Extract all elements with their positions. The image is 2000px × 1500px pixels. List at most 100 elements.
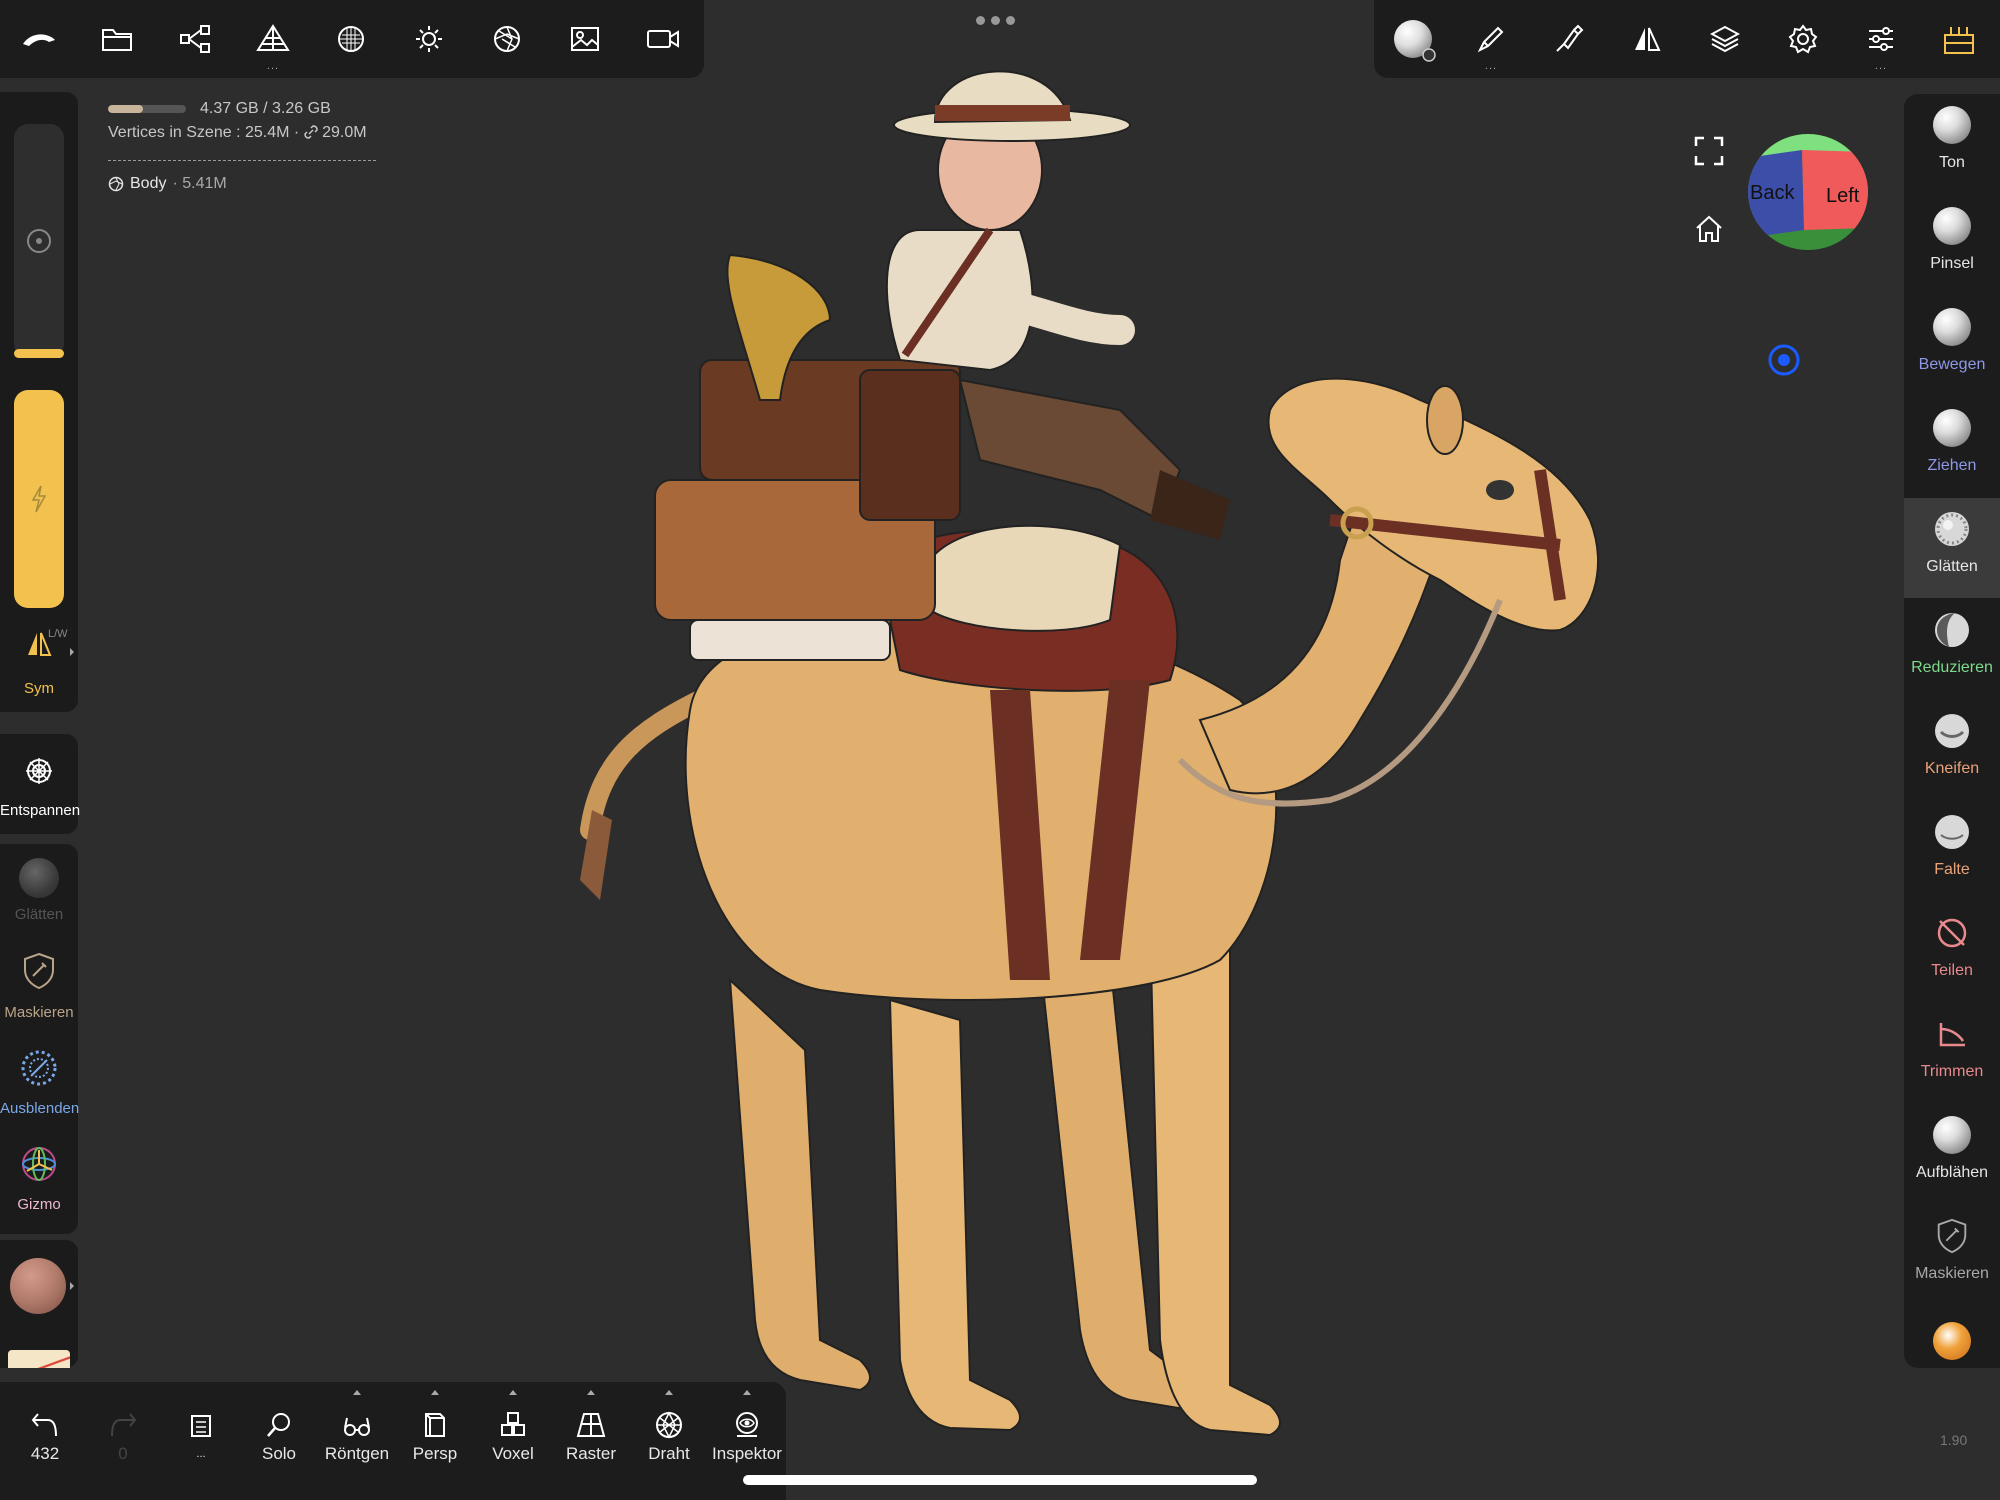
- tool-label: Reduzieren: [1911, 659, 1993, 676]
- material-icon[interactable]: [312, 0, 390, 78]
- camera-icon[interactable]: [624, 0, 702, 78]
- interface-icon[interactable]: ...: [1842, 0, 1920, 78]
- top-left-toolbar: ...: [0, 0, 704, 78]
- vertices-text: Vertices in Szene : 25.4M ·: [108, 124, 300, 141]
- xray-button[interactable]: Röntgen: [318, 1382, 396, 1500]
- tool-pinch[interactable]: Kneifen: [1904, 700, 2000, 800]
- radius-icon: [27, 229, 51, 253]
- more-options-dots[interactable]: [976, 16, 1015, 25]
- clay-sphere-icon: [1933, 106, 1971, 144]
- nomad-logo-icon[interactable]: [0, 0, 78, 78]
- tool-smooth[interactable]: Glätten: [1904, 498, 2000, 598]
- sym-label: Sym: [24, 680, 54, 697]
- layers-icon[interactable]: [1686, 0, 1764, 78]
- tool-crease[interactable]: Falte: [1904, 801, 2000, 901]
- tool-paint-partial[interactable]: [1933, 1322, 1971, 1360]
- frame-view-icon[interactable]: [1694, 136, 1724, 166]
- perspective-button[interactable]: Persp: [396, 1382, 474, 1500]
- tool-label: Falte: [1934, 861, 1970, 878]
- tool-label: Kneifen: [1924, 760, 1980, 777]
- tool-inflate[interactable]: Aufblähen: [1904, 1104, 2000, 1204]
- tool-label: Trimmen: [1920, 1063, 1984, 1080]
- light-icon[interactable]: [390, 0, 468, 78]
- history-list-icon: [191, 1415, 211, 1437]
- tool-drag[interactable]: Ziehen: [1904, 397, 2000, 497]
- memory-bar-fill: [108, 105, 144, 113]
- undo-button[interactable]: 432: [6, 1382, 84, 1500]
- folder-icon[interactable]: [78, 0, 156, 78]
- solo-button[interactable]: Solo: [240, 1382, 318, 1500]
- material-arrow-icon: [70, 1282, 74, 1290]
- history-more: ...: [196, 1448, 206, 1460]
- shading-icon[interactable]: [468, 0, 546, 78]
- xray-label: Röntgen: [324, 1444, 390, 1463]
- voxel-button[interactable]: Voxel: [474, 1382, 552, 1500]
- smooth-tool[interactable]: Glätten: [0, 844, 78, 938]
- cube-left-label: Left: [1826, 185, 1860, 207]
- drag-sphere-icon: [1933, 409, 1971, 447]
- left-slider-panel: L/W Sym: [0, 92, 78, 712]
- inspector-label: Inspektor: [712, 1444, 782, 1463]
- pivot-target-icon[interactable]: [1766, 342, 1802, 378]
- current-brush-icon[interactable]: [1374, 0, 1452, 78]
- search-icon: [267, 1413, 290, 1437]
- undo-count: 432: [30, 1444, 60, 1463]
- tool-move[interactable]: Bewegen: [1904, 296, 2000, 396]
- tool-mask[interactable]: Maskieren: [1904, 1205, 2000, 1305]
- top-right-toolbar: ... ...: [1374, 0, 2000, 78]
- tool-split[interactable]: Teilen: [1904, 902, 2000, 1002]
- relax-label: Entspannen: [0, 802, 81, 819]
- paint-brush-icon[interactable]: ...: [1452, 0, 1530, 78]
- move-sphere-icon: [1933, 308, 1971, 346]
- glasses-icon: [344, 1417, 370, 1436]
- material-swatch[interactable]: [8, 1350, 70, 1368]
- symmetry-icon[interactable]: [1608, 0, 1686, 78]
- caret-up-icon: [587, 1390, 595, 1395]
- stroke-icon[interactable]: [1530, 0, 1608, 78]
- perspective-icon: [425, 1413, 445, 1437]
- scene-graph-icon[interactable]: [156, 0, 234, 78]
- pinch-sphere-icon: [1935, 714, 1969, 748]
- wireframe-button[interactable]: Draht: [630, 1382, 708, 1500]
- postprocess-icon[interactable]: [1920, 0, 1998, 78]
- vertices-linked-text: 29.0M: [322, 124, 367, 141]
- tool-label: Maskieren: [1915, 1265, 1989, 1282]
- radius-slider-fill: [14, 348, 64, 358]
- hide-tool[interactable]: Ausblenden: [0, 1038, 80, 1132]
- object-size: · 5.41M: [172, 175, 227, 192]
- inspector-eye-icon: [736, 1412, 758, 1437]
- view-cube[interactable]: Back Left: [1746, 132, 1870, 252]
- gizmo-tool[interactable]: Gizmo: [0, 1134, 78, 1228]
- background-icon[interactable]: [546, 0, 624, 78]
- settings-icon[interactable]: [1764, 0, 1842, 78]
- caret-up-icon: [431, 1390, 439, 1395]
- relax-tool[interactable]: Entspannen: [0, 734, 81, 834]
- smooth-label: Glätten: [14, 906, 64, 923]
- tool-clay[interactable]: Ton: [1904, 94, 2000, 194]
- history-button[interactable]: ...: [162, 1382, 240, 1500]
- radius-slider[interactable]: [14, 124, 64, 358]
- material-panel: [0, 1240, 78, 1368]
- intensity-slider[interactable]: [14, 390, 64, 608]
- tool-trim[interactable]: Trimmen: [1904, 1003, 2000, 1103]
- tool-flatten[interactable]: Reduzieren: [1904, 599, 2000, 699]
- topology-icon[interactable]: ...: [234, 0, 312, 78]
- cube-back-label: Back: [1750, 182, 1795, 204]
- caret-up-icon: [743, 1390, 751, 1395]
- voxel-label: Voxel: [492, 1444, 534, 1463]
- redo-icon: [111, 1413, 137, 1437]
- object-row[interactable]: Body · 5.41M: [108, 175, 376, 193]
- grid-button[interactable]: Raster: [552, 1382, 630, 1500]
- vertices-row: Vertices in Szene : 25.4M · 29.0M: [108, 124, 376, 146]
- home-indicator[interactable]: [743, 1475, 1257, 1485]
- voxel-cubes-icon: [501, 1412, 525, 1436]
- perspective-label: Persp: [412, 1444, 458, 1463]
- redo-button[interactable]: 0: [84, 1382, 162, 1500]
- hide-label: Ausblenden: [0, 1100, 80, 1117]
- mask-shield-icon: [1937, 1218, 1967, 1254]
- home-view-icon[interactable]: [1694, 214, 1724, 244]
- tool-brush[interactable]: Pinsel: [1904, 195, 2000, 295]
- mask-tool[interactable]: Maskieren: [0, 942, 78, 1036]
- material-color-sphere[interactable]: [10, 1258, 66, 1314]
- link-icon: [303, 125, 318, 139]
